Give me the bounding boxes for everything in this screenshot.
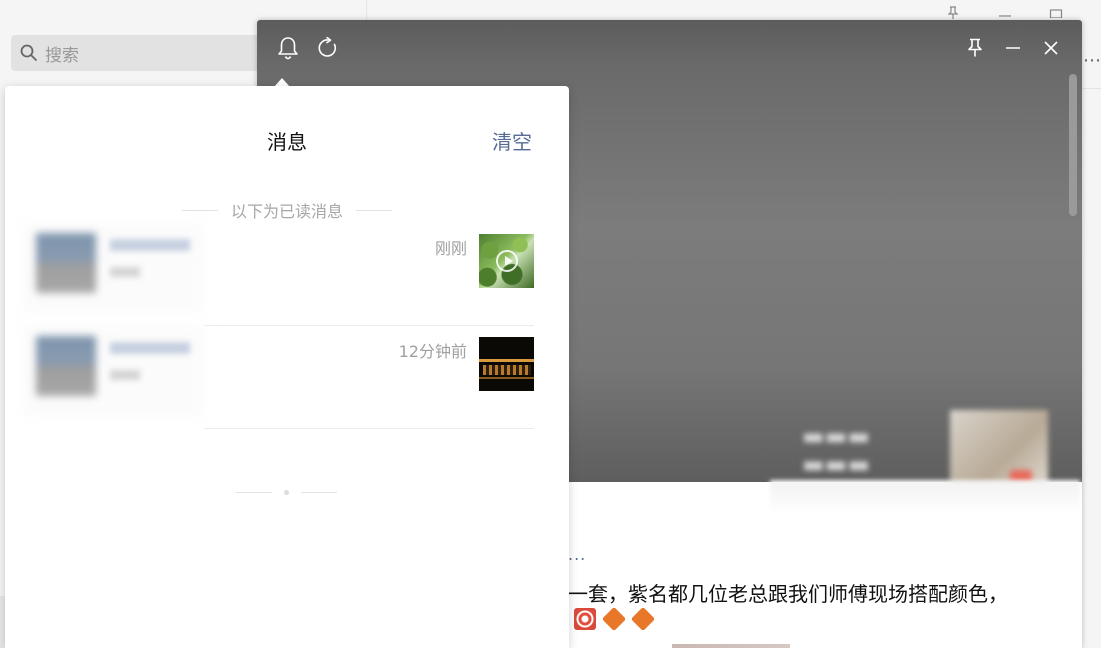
moments-titlebar	[257, 20, 1082, 76]
close-icon[interactable]	[1037, 34, 1065, 62]
search-box[interactable]: 搜索	[11, 35, 271, 71]
moments-signature-blurred	[770, 480, 1080, 514]
comment-blurred	[110, 370, 140, 380]
sender-name-blurred	[110, 342, 190, 354]
clear-button[interactable]: 清空	[492, 126, 532, 155]
pin-icon[interactable]	[961, 34, 989, 62]
notification-item[interactable]: 刚刚	[22, 223, 534, 326]
notification-time: 12分钟前	[398, 342, 467, 361]
moments-nickname-blurred: ▬▬▬ ▬▬▬	[802, 422, 871, 478]
notification-item[interactable]: 12分钟前	[22, 326, 534, 429]
post-text: 一套，紫名都几位老总跟我们师傅现场搭配颜色，	[568, 582, 1008, 606]
play-icon	[496, 250, 518, 272]
fu-emoji	[630, 606, 656, 632]
popup-title: 消息	[267, 130, 307, 154]
post-ellipsis[interactable]: ...	[568, 545, 586, 564]
post-thumbnail[interactable]	[479, 337, 534, 391]
refresh-icon[interactable]	[314, 34, 342, 62]
minimize-icon[interactable]	[999, 34, 1027, 62]
sender-name-blurred	[110, 239, 190, 251]
search-icon	[20, 44, 37, 61]
post-emojis	[574, 606, 656, 632]
post-thumbnail[interactable]	[479, 234, 534, 288]
loading-indicator	[236, 490, 337, 495]
more-icon[interactable]: ⋯	[1083, 50, 1101, 71]
avatar	[36, 233, 96, 293]
notification-time: 刚刚	[434, 239, 467, 258]
firecracker-emoji	[574, 608, 596, 630]
post-photo[interactable]	[672, 644, 790, 648]
bell-icon[interactable]	[274, 34, 302, 62]
chat-header-divider	[1080, 88, 1101, 89]
notification-popup: 消息 清空 以下为已读消息 刚刚 12分钟前	[5, 86, 569, 648]
avatar	[36, 336, 96, 396]
read-divider-label: 以下为已读消息	[230, 202, 343, 221]
search-placeholder: 搜索	[45, 45, 79, 66]
read-divider: 以下为已读消息	[5, 198, 569, 222]
comment-blurred	[110, 267, 140, 277]
fu-emoji	[601, 606, 627, 632]
moments-scrollbar[interactable]	[1069, 74, 1077, 216]
